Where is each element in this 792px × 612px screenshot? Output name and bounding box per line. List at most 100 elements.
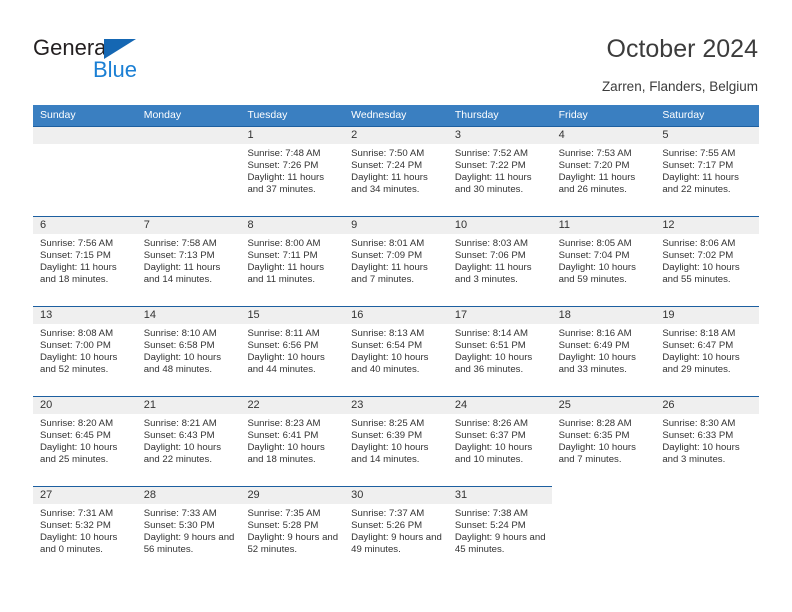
calendar-day-cell[interactable]: 6 Sunrise: 7:56 AM Sunset: 7:15 PM Daylight…	[33, 216, 137, 306]
sunset-text: Sunset: 7:24 PM	[351, 159, 423, 171]
sunrise-text: Sunrise: 8:08 AM	[40, 328, 114, 339]
calendar-day-cell[interactable]: 16 Sunrise: 8:13 AM Sunset: 6:54 PM Dayligh…	[344, 306, 448, 396]
sunset-text: Sunset: 7:15 PM	[40, 249, 111, 261]
calendar-day-cell[interactable]: 17 Sunrise: 8:14 AM Sunset: 6:51 PM Dayligh…	[447, 306, 552, 396]
day-sun-info: Sunrise: 8:03 AM Sunset: 7:06 PM Daylight:…	[448, 234, 552, 286]
calendar-day-number: 17	[447, 307, 552, 324]
sunrise-text: Sunrise: 7:37 AM	[351, 508, 425, 519]
sunset-text: Sunset: 5:24 PM	[454, 519, 526, 531]
daylight-text: Daylight: 10 hours and 33 minutes.	[558, 351, 636, 375]
calendar-day-number: 20	[33, 397, 137, 414]
general-blue-logo[interactable]: General Blue	[33, 36, 163, 84]
daylight-text: Daylight: 11 hours and 26 minutes.	[558, 171, 636, 195]
sunrise-text: Sunrise: 7:31 AM	[40, 508, 114, 519]
calendar-day-cell[interactable]: 21 Sunrise: 8:21 AM Sunset: 6:43 PM Dayligh…	[136, 396, 241, 486]
sunrise-text: Sunrise: 8:06 AM	[662, 238, 736, 249]
calendar-day-cell[interactable]: 7 Sunrise: 7:58 AM Sunset: 7:13 PM Daylight…	[136, 216, 241, 306]
calendar-day-cell[interactable]: 15 Sunrise: 8:11 AM Sunset: 6:56 PM Dayligh…	[240, 306, 345, 396]
calendar-day-number: 3	[447, 127, 552, 144]
calendar-day-cell[interactable]: 28 Sunrise: 7:33 AM Sunset: 5:30 PM Dayligh…	[136, 486, 241, 576]
calendar-day-cell[interactable]: 27 Sunrise: 7:31 AM Sunset: 5:32 PM Dayligh…	[33, 486, 137, 576]
calendar-day-cell[interactable]: 31 Sunrise: 7:38 AM Sunset: 5:24 PM Dayligh…	[447, 486, 552, 576]
sunset-text: Sunset: 6:56 PM	[247, 339, 319, 351]
day-sun-info: Sunrise: 7:50 AM Sunset: 7:24 PM Daylight:…	[344, 144, 448, 196]
calendar-day-cell[interactable]: 18 Sunrise: 8:16 AM Sunset: 6:49 PM Dayligh…	[551, 306, 656, 396]
calendar-day-number: 26	[655, 397, 760, 414]
calendar-day-cell[interactable]: 22 Sunrise: 8:23 AM Sunset: 6:41 PM Dayligh…	[240, 396, 345, 486]
calendar-day-number: 11	[551, 217, 656, 234]
calendar-day-number: 9	[344, 217, 448, 234]
day-sun-info: Sunrise: 7:31 AM Sunset: 5:32 PM Daylight:…	[33, 504, 137, 556]
calendar-day-cell[interactable]: 23 Sunrise: 8:25 AM Sunset: 6:39 PM Dayligh…	[344, 396, 448, 486]
calendar-day-number: 15	[240, 307, 345, 324]
calendar-day-number: 27	[33, 487, 137, 504]
calendar-day-cell[interactable]: 26 Sunrise: 8:30 AM Sunset: 6:33 PM Dayligh…	[655, 396, 760, 486]
weekday-header-row: Sunday Monday Tuesday Wednesday Thursday Frid…	[33, 105, 759, 126]
calendar-day-cell[interactable]: 19 Sunrise: 8:18 AM Sunset: 6:47 PM Dayligh…	[655, 306, 760, 396]
daylight-text: Daylight: 10 hours and 7 minutes.	[558, 441, 636, 465]
calendar-day-cell[interactable]: 13 Sunrise: 8:08 AM Sunset: 7:00 PM Dayligh…	[33, 306, 137, 396]
calendar-day-cell[interactable]: 29 Sunrise: 7:35 AM Sunset: 5:28 PM Dayligh…	[240, 486, 345, 576]
sunset-text: Sunset: 7:13 PM	[143, 249, 215, 261]
calendar-week-row: 20 Sunrise: 8:20 AM Sunset: 6:45 PM Dayligh…	[33, 396, 760, 486]
calendar-day-cell[interactable]: 30 Sunrise: 7:37 AM Sunset: 5:26 PM Dayligh…	[344, 486, 448, 576]
calendar-day-number: 7	[136, 217, 241, 234]
calendar-day-cell[interactable]: 24 Sunrise: 8:26 AM Sunset: 6:37 PM Dayligh…	[447, 396, 552, 486]
day-sun-info: Sunrise: 8:14 AM Sunset: 6:51 PM Daylight:…	[448, 324, 552, 376]
sunrise-text: Sunrise: 8:14 AM	[454, 328, 528, 339]
sunrise-text: Sunrise: 7:35 AM	[247, 508, 321, 519]
sunset-text: Sunset: 7:26 PM	[247, 159, 319, 171]
calendar-day-number: 14	[136, 307, 241, 324]
day-sun-info: Sunrise: 7:58 AM Sunset: 7:13 PM Daylight:…	[137, 234, 241, 286]
daylight-text: Daylight: 10 hours and 18 minutes.	[247, 441, 325, 465]
sunset-text: Sunset: 7:11 PM	[247, 249, 318, 261]
calendar-day-number: 8	[240, 217, 345, 234]
weekday-header-sunday: Sunday	[40, 109, 76, 121]
sunrise-text: Sunrise: 8:05 AM	[558, 238, 632, 249]
calendar-day-cell[interactable]: 8 Sunrise: 8:00 AM Sunset: 7:11 PM Daylight…	[240, 216, 345, 306]
calendar-day-number: 31	[447, 487, 552, 504]
weekday-header-monday: Monday	[143, 109, 182, 121]
sunrise-text: Sunrise: 8:25 AM	[351, 418, 425, 429]
page-title: October 2024	[606, 35, 759, 63]
calendar-day-cell[interactable]: 25 Sunrise: 8:28 AM Sunset: 6:35 PM Dayligh…	[551, 396, 656, 486]
day-sun-info: Sunrise: 7:56 AM Sunset: 7:15 PM Daylight:…	[33, 234, 137, 286]
sunset-text: Sunset: 7:02 PM	[662, 249, 734, 261]
calendar-day-cell[interactable]: 4 Sunrise: 7:53 AM Sunset: 7:20 PM Daylight…	[551, 126, 656, 216]
sunrise-text: Sunrise: 8:18 AM	[662, 328, 736, 339]
sunset-text: Sunset: 5:26 PM	[351, 519, 423, 531]
calendar-week-row: 6 Sunrise: 7:56 AM Sunset: 7:15 PM Daylight…	[33, 216, 760, 306]
daylight-text: Daylight: 11 hours and 3 minutes.	[454, 261, 532, 285]
calendar-day-cell[interactable]: 20 Sunrise: 8:20 AM Sunset: 6:45 PM Dayligh…	[33, 396, 137, 486]
sunrise-text: Sunrise: 8:10 AM	[143, 328, 217, 339]
calendar-day-number: 2	[344, 127, 448, 144]
calendar-day-cell[interactable]: 12 Sunrise: 8:06 AM Sunset: 7:02 PM Dayligh…	[655, 216, 760, 306]
calendar-cell-empty	[551, 486, 656, 576]
sunrise-text: Sunrise: 8:01 AM	[351, 238, 425, 249]
sunrise-text: Sunrise: 7:38 AM	[454, 508, 528, 519]
daylight-text: Daylight: 10 hours and 0 minutes.	[40, 531, 118, 555]
daylight-text: Daylight: 11 hours and 30 minutes.	[454, 171, 532, 195]
calendar-grid: Sunday Monday Tuesday Wednesday Thursday Frid…	[33, 105, 760, 576]
daylight-text: Daylight: 11 hours and 37 minutes.	[247, 171, 325, 195]
calendar-day-cell[interactable]: 14 Sunrise: 8:10 AM Sunset: 6:58 PM Dayligh…	[136, 306, 241, 396]
daylight-text: Daylight: 10 hours and 40 minutes.	[351, 351, 429, 375]
calendar-day-cell[interactable]: 2 Sunrise: 7:50 AM Sunset: 7:24 PM Daylight…	[344, 126, 448, 216]
calendar-day-number	[136, 127, 241, 144]
calendar-day-cell[interactable]: 10 Sunrise: 8:03 AM Sunset: 7:06 PM Dayligh…	[447, 216, 552, 306]
sunset-text: Sunset: 6:33 PM	[662, 429, 734, 441]
calendar-day-cell[interactable]: 5 Sunrise: 7:55 AM Sunset: 7:17 PM Daylight…	[655, 126, 760, 216]
day-sun-info: Sunrise: 8:00 AM Sunset: 7:11 PM Daylight:…	[240, 234, 344, 286]
daylight-text: Daylight: 11 hours and 14 minutes.	[143, 261, 221, 285]
sunrise-text: Sunrise: 7:55 AM	[662, 148, 736, 159]
calendar-day-cell[interactable]: 11 Sunrise: 8:05 AM Sunset: 7:04 PM Dayligh…	[551, 216, 656, 306]
calendar-day-cell[interactable]: 3 Sunrise: 7:52 AM Sunset: 7:22 PM Daylight…	[447, 126, 552, 216]
calendar-day-cell[interactable]: 1 Sunrise: 7:48 AM Sunset: 7:26 PM Daylight…	[240, 126, 345, 216]
day-sun-info: Sunrise: 7:48 AM Sunset: 7:26 PM Daylight:…	[240, 144, 344, 196]
daylight-text: Daylight: 9 hours and 49 minutes.	[351, 531, 442, 555]
calendar-day-number: 23	[344, 397, 448, 414]
calendar-week-row: 1 Sunrise: 7:48 AM Sunset: 7:26 PM Daylight…	[33, 126, 760, 216]
sunrise-text: Sunrise: 8:21 AM	[143, 418, 217, 429]
calendar-day-cell[interactable]: 9 Sunrise: 8:01 AM Sunset: 7:09 PM Daylight…	[344, 216, 448, 306]
daylight-text: Daylight: 9 hours and 52 minutes.	[247, 531, 339, 555]
